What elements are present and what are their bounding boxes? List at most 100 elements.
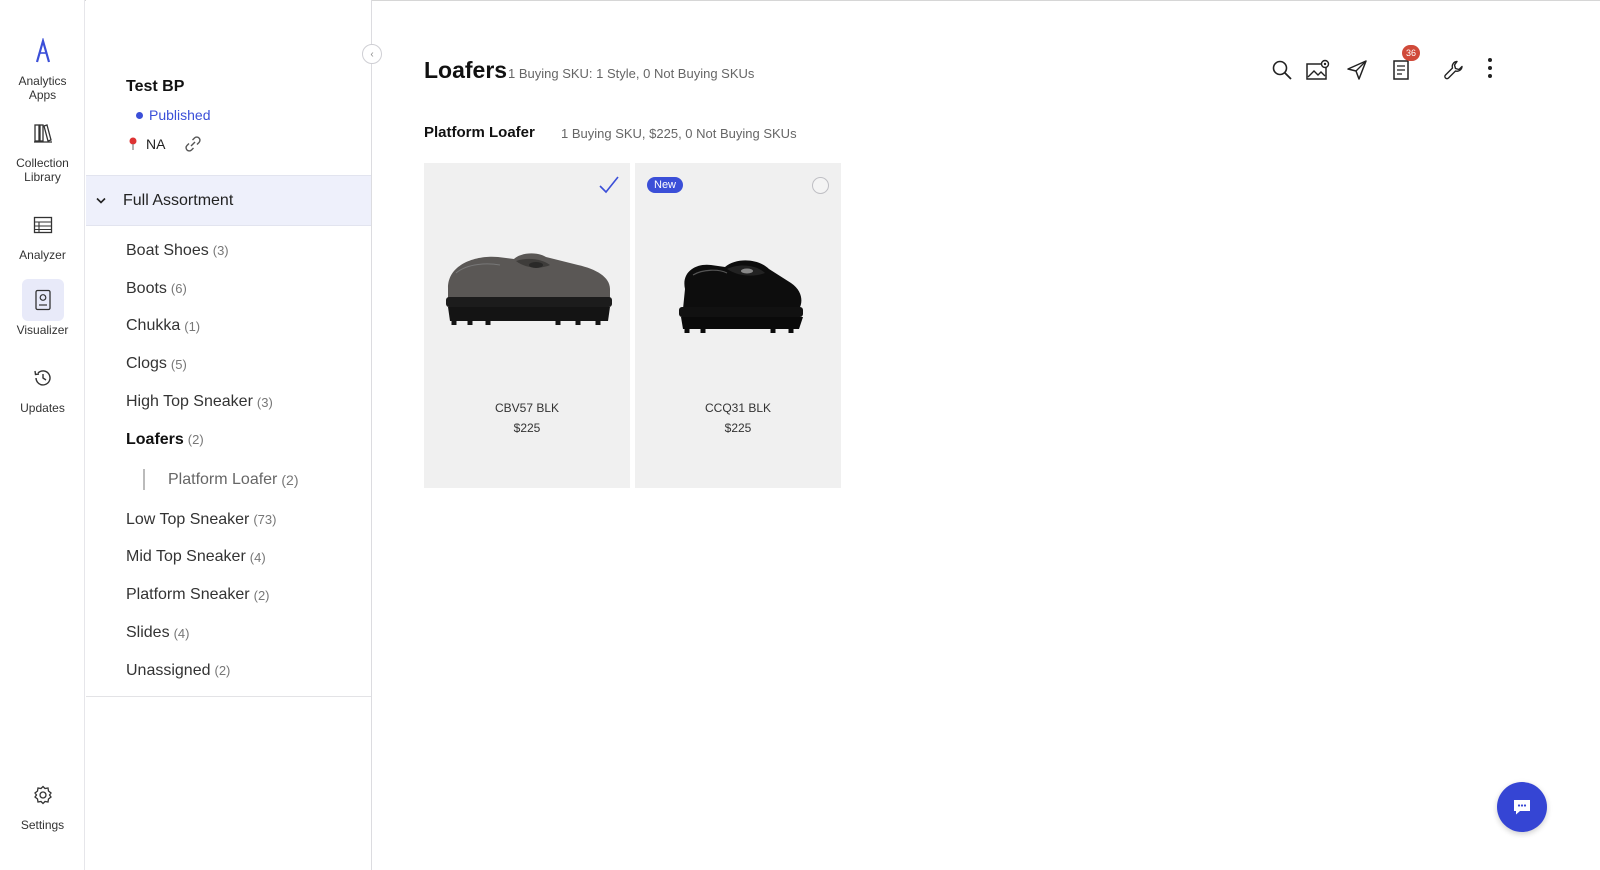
- category-count: (4): [173, 625, 190, 641]
- category-name: Loafers: [126, 430, 184, 448]
- product-sku: CCQ31 BLK: [704, 401, 772, 415]
- plan-name: Test BP: [126, 78, 185, 95]
- collapse-panel-button[interactable]: ‹: [362, 44, 382, 64]
- assortment-panel: ‹ Test BP Published NA Full Assortment B…: [86, 0, 382, 870]
- rail-label: Collection: [16, 156, 69, 170]
- category-item-platform-sneaker[interactable]: Platform Sneaker (2): [86, 576, 371, 614]
- rail-item-analytics-apps[interactable]: Analytics Apps: [0, 30, 85, 103]
- rail-label: Updates: [20, 401, 65, 415]
- category-item-slides[interactable]: Slides (4): [86, 614, 371, 652]
- image-settings-icon: [1306, 59, 1330, 80]
- panel-divider: [86, 696, 371, 697]
- gear-icon: [22, 774, 64, 816]
- category-name: Clogs: [126, 355, 167, 373]
- group-summary: 1 Buying SKU, $225, 0 Not Buying SKUs: [561, 126, 797, 141]
- checkmark-icon[interactable]: [598, 175, 620, 195]
- chevron-left-icon: ‹: [370, 48, 374, 60]
- category-count: (4): [249, 549, 266, 565]
- analytics-logo-icon: [22, 30, 64, 72]
- wrench-icon: [1444, 60, 1463, 80]
- rail-label: Library: [24, 170, 61, 184]
- rail-label: Visualizer: [16, 323, 69, 337]
- category-item-unassigned[interactable]: Unassigned (2): [86, 652, 371, 690]
- table-icon: [22, 204, 64, 246]
- status-dot-icon: [136, 111, 143, 119]
- category-name: High Top Sneaker: [126, 393, 253, 411]
- more-vertical-icon: [1488, 58, 1492, 78]
- rail-item-analyzer[interactable]: Analyzer: [0, 204, 85, 263]
- category-item-loafers[interactable]: Loafers (2): [86, 421, 371, 459]
- notifications-button[interactable]: 36: [1388, 45, 1420, 83]
- category-item-boots[interactable]: Boots (6): [86, 270, 371, 308]
- status-text: Published: [149, 107, 211, 123]
- category-count: (2): [187, 432, 204, 448]
- subcategory-item-platform-loafer[interactable]: Platform Loafer (2): [86, 459, 371, 501]
- product-price: $225: [724, 421, 752, 435]
- location-pin-icon: [129, 137, 137, 150]
- left-rail: Analytics Apps Collection Library Analyz…: [0, 0, 85, 870]
- category-count: (6): [170, 281, 187, 297]
- product-card[interactable]: New CCQ31 BLK $225: [635, 163, 841, 488]
- new-badge: New: [647, 177, 684, 193]
- category-name: Platform Sneaker: [126, 586, 250, 604]
- category-item-low-top-sneaker[interactable]: Low Top Sneaker (73): [86, 501, 371, 539]
- rail-item-visualizer[interactable]: Visualizer: [0, 279, 85, 338]
- category-name: Low Top Sneaker: [126, 510, 250, 528]
- category-item-mid-top-sneaker[interactable]: Mid Top Sneaker (4): [86, 539, 371, 577]
- category-list: Boat Shoes (3) Boots (6) Chukka (1) Clogs (5…: [86, 232, 371, 690]
- category-name: Slides: [126, 624, 170, 642]
- category-count: (3): [212, 243, 229, 259]
- main-content: Loafers 1 Buying SKU: 1 Style, 0 Not Buy…: [373, 0, 1600, 870]
- full-assortment-toggle[interactable]: Full Assortment: [86, 175, 371, 226]
- category-name: Boat Shoes: [126, 241, 209, 259]
- search-button[interactable]: [1269, 57, 1295, 83]
- rail-label: Analytics: [18, 74, 67, 88]
- subcategory-name: Platform Loafer: [168, 470, 278, 488]
- category-item-clogs[interactable]: Clogs (5): [86, 345, 371, 383]
- status-badge: Published: [136, 107, 211, 123]
- link-icon[interactable]: [183, 135, 203, 153]
- rail-item-settings[interactable]: Settings: [0, 774, 85, 833]
- region-label: NA: [146, 136, 166, 152]
- send-icon: [1347, 60, 1367, 80]
- notification-count-badge: 36: [1402, 45, 1420, 61]
- category-item-high-top-sneaker[interactable]: High Top Sneaker (3): [86, 383, 371, 421]
- category-count: (2): [253, 587, 270, 603]
- document-list-icon: [1393, 60, 1409, 80]
- product-image-grey-loafer: [446, 253, 612, 325]
- category-name: Mid Top Sneaker: [126, 548, 246, 566]
- more-options-button[interactable]: [1477, 55, 1503, 81]
- rail-label: Apps: [28, 88, 57, 102]
- history-icon: [22, 357, 64, 399]
- category-count: (73): [253, 512, 277, 528]
- send-button[interactable]: [1344, 57, 1370, 83]
- library-icon: [22, 112, 64, 154]
- full-assortment-label: Full Assortment: [123, 191, 234, 209]
- product-image-black-loafer: [679, 260, 803, 333]
- chevron-down-icon: [96, 195, 108, 207]
- category-name: Unassigned: [126, 661, 211, 679]
- chat-button[interactable]: [1497, 782, 1547, 832]
- category-count: (3): [256, 394, 273, 410]
- product-sku: CBV57 BLK: [494, 401, 560, 415]
- visualizer-icon: [21, 279, 64, 321]
- select-radio[interactable]: [812, 177, 829, 194]
- group-title: Platform Loafer: [424, 124, 535, 141]
- tools-button[interactable]: [1441, 57, 1467, 83]
- rail-item-collection-library[interactable]: Collection Library: [0, 112, 85, 185]
- chat-bubble-icon: [1514, 800, 1530, 815]
- rail-label: Settings: [20, 818, 65, 832]
- page-summary: 1 Buying SKU: 1 Style, 0 Not Buying SKUs: [508, 66, 755, 81]
- rail-label: Analyzer: [19, 248, 66, 262]
- page-title: Loafers: [424, 57, 508, 83]
- category-count: (1): [184, 318, 201, 334]
- rail-item-updates[interactable]: Updates: [0, 357, 85, 416]
- category-item-boat-shoes[interactable]: Boat Shoes (3): [86, 232, 371, 270]
- image-settings-button[interactable]: [1305, 57, 1331, 83]
- subcategory-count: (2): [281, 471, 299, 488]
- category-item-chukka[interactable]: Chukka (1): [86, 308, 371, 346]
- category-name: Boots: [126, 279, 167, 297]
- product-card[interactable]: CBV57 BLK $225: [424, 163, 630, 488]
- product-price: $225: [513, 421, 541, 435]
- search-icon: [1272, 60, 1292, 80]
